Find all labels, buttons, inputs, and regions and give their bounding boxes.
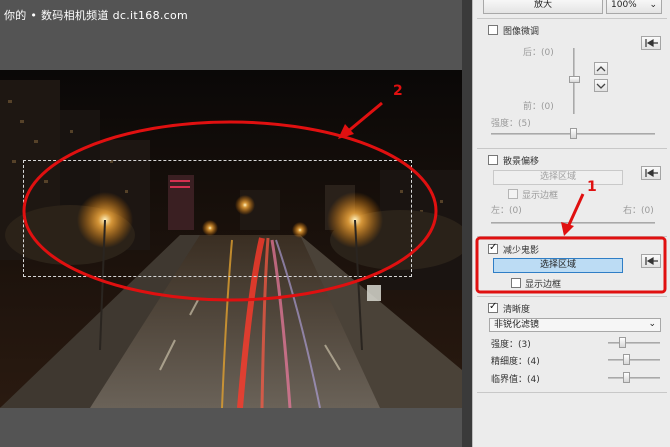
- reset-icon: [645, 256, 658, 266]
- fine-tune-strength-thumb[interactable]: [570, 128, 577, 139]
- sharpness-fineness-thumb[interactable]: [623, 354, 630, 365]
- reduce-ghost-title: 减少鬼影: [503, 246, 540, 256]
- zoom-level-value: 100%: [611, 0, 637, 10]
- fine-tune-title: 图像微调: [503, 27, 540, 37]
- divider: [477, 18, 667, 19]
- divider: [477, 148, 667, 149]
- reduce-ghost-show-border-checkbox[interactable]: [511, 278, 521, 288]
- chevron-up-icon: [596, 66, 606, 72]
- sharpness-threshold-label: 临界值：(4): [491, 375, 540, 385]
- bg-offset-show-border-label: 显示边框: [522, 191, 559, 201]
- divider: [477, 296, 667, 297]
- reduce-ghost-show-border-label: 显示边框: [525, 280, 562, 290]
- divider: [477, 236, 667, 237]
- chevron-down-icon: ⌄: [648, 319, 656, 329]
- reset-icon: [645, 168, 658, 178]
- reduce-ghost-checkbox[interactable]: [488, 242, 498, 254]
- fine-tune-strength-label: 强度：(5): [491, 119, 531, 129]
- bg-offset-select-region-button[interactable]: 选择区域: [493, 170, 623, 185]
- watermark-text: 你的 • 数码相机频道 dc.it168.com: [4, 9, 189, 22]
- sharpness-title: 清晰度: [503, 305, 531, 315]
- adjustment-panel: 放大 100% ⌄ 图像微调 后：(0) 前：(0) 强度：(5) 散景偏移 选…: [472, 0, 670, 447]
- fine-tune-vertical-thumb[interactable]: [569, 76, 580, 83]
- bg-offset-title: 散景偏移: [503, 157, 540, 167]
- sharpness-checkbox[interactable]: [488, 301, 498, 313]
- panel-splitter[interactable]: [462, 0, 472, 447]
- image-viewer: 你的 • 数码相机频道 dc.it168.com: [0, 0, 462, 447]
- sharpness-fineness-slider[interactable]: [608, 359, 660, 361]
- sharpness-strength-thumb[interactable]: [619, 337, 626, 348]
- chevron-down-icon: [596, 83, 606, 89]
- sharpness-mode-value: 非锐化滤镜: [494, 320, 540, 330]
- bg-offset-reset-button[interactable]: [641, 166, 661, 180]
- step-up-button[interactable]: [594, 62, 608, 75]
- bg-offset-slider[interactable]: [491, 222, 655, 224]
- zoom-level-select[interactable]: 100% ⌄: [606, 0, 662, 14]
- step-down-button[interactable]: [594, 79, 608, 92]
- sharpness-mode-select[interactable]: 非锐化滤镜 ⌄: [489, 318, 661, 332]
- reduce-ghost-reset-button[interactable]: [641, 254, 661, 268]
- sharpness-threshold-thumb[interactable]: [623, 372, 630, 383]
- left-label: 左：(0): [491, 206, 522, 216]
- fine-tune-reset-button[interactable]: [641, 36, 661, 50]
- reduce-ghost-select-region-button[interactable]: 选择区域: [493, 258, 623, 273]
- sharpness-strength-label: 强度：(3): [491, 340, 531, 350]
- bg-offset-checkbox[interactable]: [488, 155, 498, 165]
- fine-tune-checkbox[interactable]: [488, 25, 498, 35]
- right-label: 右：(0): [623, 206, 654, 216]
- reset-icon: [645, 38, 658, 48]
- selection-rectangle[interactable]: [23, 160, 412, 277]
- before-label: 前：(0): [523, 102, 554, 112]
- zoom-in-button[interactable]: 放大: [483, 0, 603, 14]
- sharpness-threshold-slider[interactable]: [608, 377, 660, 379]
- sharpness-strength-slider[interactable]: [608, 342, 660, 344]
- bg-offset-show-border-checkbox[interactable]: [508, 189, 518, 199]
- divider: [477, 392, 667, 393]
- chevron-down-icon: ⌄: [649, 0, 657, 10]
- after-label: 后：(0): [523, 48, 554, 58]
- sharpness-fineness-label: 精细度：(4): [491, 357, 540, 367]
